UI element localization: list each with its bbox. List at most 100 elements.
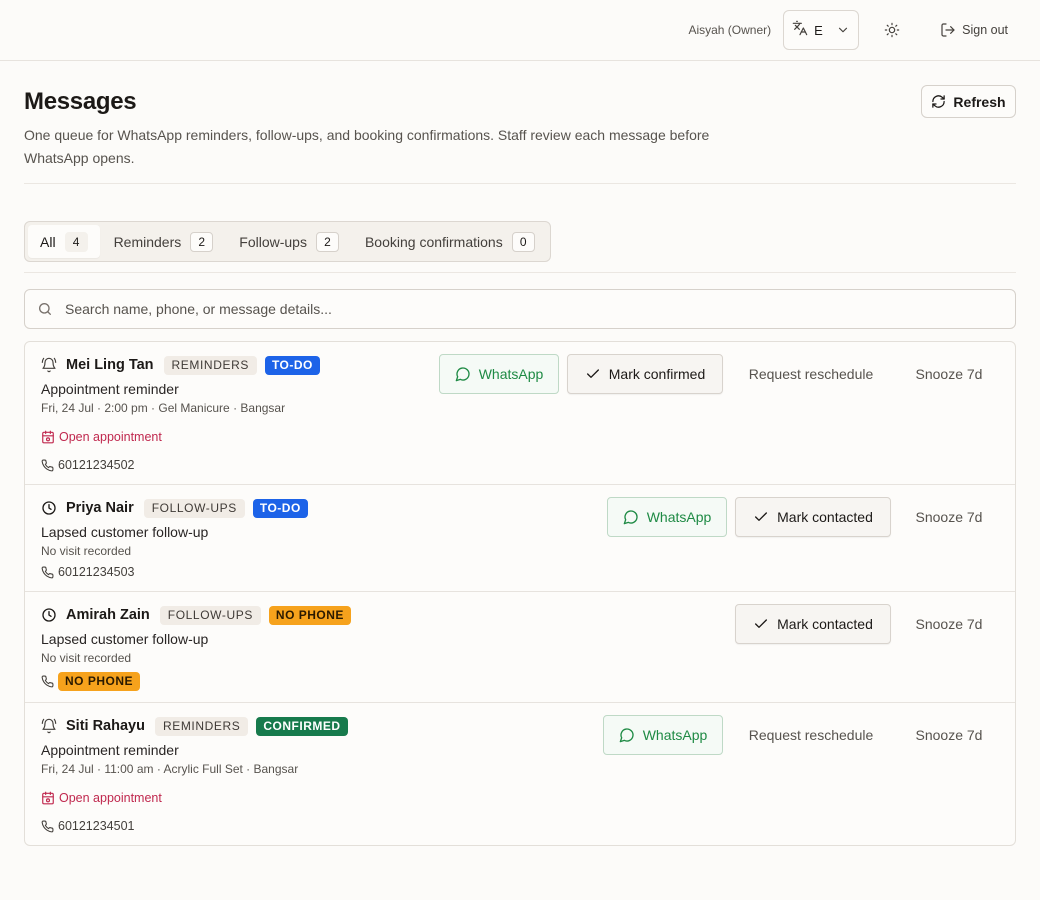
open-appointment-link[interactable]: Open appointment xyxy=(41,790,999,806)
customer-name: Amirah Zain xyxy=(66,607,150,623)
whatsapp-button[interactable]: WhatsApp xyxy=(603,715,723,755)
message-circle-icon xyxy=(455,366,471,382)
request-reschedule-button[interactable]: Request reschedule xyxy=(731,715,891,755)
snooze-button[interactable]: Snooze 7d xyxy=(899,354,999,394)
tab-label: Follow-ups xyxy=(239,233,307,250)
message-detail: Fri, 24 Jul · 11:00 am · Acrylic Full Se… xyxy=(41,762,299,776)
category-tag: REMINDERS xyxy=(163,355,257,375)
mark-contacted-button[interactable]: Mark contacted xyxy=(735,604,891,644)
message-item: Priya Nair FOLLOW-UPS TO-DO Lapsed custo… xyxy=(25,485,1015,592)
calendar-icon xyxy=(41,791,55,805)
bell-icon xyxy=(41,357,57,373)
snooze-button[interactable]: Snooze 7d xyxy=(899,604,999,644)
message-circle-icon xyxy=(623,509,639,525)
phone-icon xyxy=(41,566,54,579)
filter-tabs: All 4 Reminders 2 Follow-ups 2 Booking c… xyxy=(24,221,551,262)
request-reschedule-button[interactable]: Request reschedule xyxy=(731,354,891,394)
customer-name: Mei Ling Tan xyxy=(66,357,154,373)
message-detail: No visit recorded xyxy=(41,651,132,665)
message-item: Amirah Zain FOLLOW-UPS NO PHONE Lapsed c… xyxy=(25,592,1015,703)
check-icon xyxy=(753,616,769,632)
open-appointment-label: Open appointment xyxy=(59,430,162,444)
customer-name: Priya Nair xyxy=(66,500,134,516)
sign-out-label: Sign out xyxy=(962,23,1008,37)
whatsapp-button[interactable]: WhatsApp xyxy=(439,354,559,394)
mark-label: Mark contacted xyxy=(777,616,873,632)
message-detail: Fri, 24 Jul · 2:00 pm · Gel Manicure · B… xyxy=(41,401,286,415)
phone-number: NO PHONE xyxy=(41,671,999,691)
phone-value: 60121234502 xyxy=(58,458,135,472)
theme-toggle-button[interactable] xyxy=(872,10,912,50)
tab-count: 4 xyxy=(64,231,88,252)
phone-icon xyxy=(41,675,54,688)
phone-value: 60121234503 xyxy=(58,565,135,579)
mark-confirmed-button[interactable]: Mark confirmed xyxy=(567,354,723,394)
page-header: Messages One queue for WhatsApp reminder… xyxy=(24,61,1016,184)
no-phone-badge: NO PHONE xyxy=(58,671,141,691)
refresh-icon xyxy=(931,94,946,109)
chevron-down-icon xyxy=(836,23,850,37)
tab-all[interactable]: All 4 xyxy=(28,225,100,258)
clock-icon xyxy=(41,500,57,516)
mark-label: Mark contacted xyxy=(777,509,873,525)
status-badge: CONFIRMED xyxy=(256,716,348,736)
tab-count: 2 xyxy=(190,231,214,252)
whatsapp-label: WhatsApp xyxy=(646,509,712,525)
sun-icon xyxy=(884,22,900,38)
current-user: Aisyah (Owner) xyxy=(688,23,772,37)
check-icon xyxy=(753,509,769,525)
category-tag: REMINDERS xyxy=(154,716,249,736)
tab-count: 2 xyxy=(315,231,339,252)
translate-icon xyxy=(792,20,808,41)
tab-label: Booking confirmations xyxy=(364,233,503,250)
message-detail: No visit recorded xyxy=(41,544,132,558)
tab-booking-confirmations[interactable]: Booking confirmations 0 xyxy=(353,225,547,258)
mark-contacted-button[interactable]: Mark contacted xyxy=(735,497,891,537)
status-badge: NO PHONE xyxy=(268,605,351,625)
open-appointment-link[interactable]: Open appointment xyxy=(41,429,999,445)
snooze-button[interactable]: Snooze 7d xyxy=(899,715,999,755)
language-select[interactable]: E xyxy=(783,10,860,50)
top-bar: Aisyah (Owner) E Sign out xyxy=(0,0,1040,61)
status-badge: TO-DO xyxy=(264,355,320,375)
refresh-button[interactable]: Refresh xyxy=(921,85,1016,118)
phone-icon xyxy=(41,459,54,472)
phone-icon xyxy=(41,820,54,833)
message-item: Mei Ling Tan REMINDERS TO-DO Appointment… xyxy=(25,342,1015,485)
tab-label: All xyxy=(40,233,56,250)
check-icon xyxy=(585,366,601,382)
mark-label: Mark confirmed xyxy=(608,366,706,382)
category-tag: FOLLOW-UPS xyxy=(143,498,245,518)
open-appointment-label: Open appointment xyxy=(59,791,162,805)
clock-icon xyxy=(41,607,57,623)
phone-number: 60121234502 xyxy=(41,457,999,473)
category-tag: FOLLOW-UPS xyxy=(159,605,261,625)
page-title: Messages xyxy=(24,88,137,115)
message-circle-icon xyxy=(619,727,635,743)
tab-label: Reminders xyxy=(113,233,182,250)
refresh-label: Refresh xyxy=(953,93,1006,110)
whatsapp-label: WhatsApp xyxy=(642,727,708,743)
phone-number: 60121234503 xyxy=(41,564,999,580)
language-value: E xyxy=(814,22,823,38)
search-icon xyxy=(37,301,53,317)
customer-name: Siti Rahayu xyxy=(66,718,145,734)
whatsapp-label: WhatsApp xyxy=(478,366,544,382)
status-badge: TO-DO xyxy=(252,498,308,518)
whatsapp-button[interactable]: WhatsApp xyxy=(607,497,727,537)
tab-follow-ups[interactable]: Follow-ups 2 xyxy=(227,225,351,258)
bell-icon xyxy=(41,718,57,734)
tab-reminders[interactable]: Reminders 2 xyxy=(102,225,226,258)
phone-value: 60121234501 xyxy=(58,819,135,833)
message-list: Mei Ling Tan REMINDERS TO-DO Appointment… xyxy=(24,341,1016,846)
sign-out-icon xyxy=(940,22,956,38)
search-box xyxy=(24,289,1016,329)
search-input[interactable] xyxy=(65,301,1003,317)
phone-number: 60121234501 xyxy=(41,818,999,834)
sign-out-button[interactable]: Sign out xyxy=(932,10,1016,50)
tab-count: 0 xyxy=(511,231,535,252)
snooze-button[interactable]: Snooze 7d xyxy=(899,497,999,537)
message-item: Siti Rahayu REMINDERS CONFIRMED Appointm… xyxy=(25,703,1015,845)
calendar-icon xyxy=(41,430,55,444)
page-description: One queue for WhatsApp reminders, follow… xyxy=(24,127,710,166)
